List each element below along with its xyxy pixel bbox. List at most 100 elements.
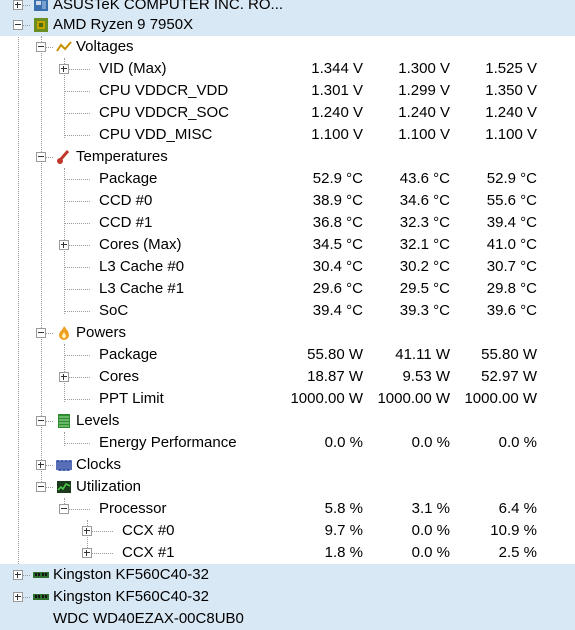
tree-node-memory[interactable]: Kingston KF560C40-32 <box>0 586 575 608</box>
sensor-current: 30.4 °C <box>312 258 363 275</box>
group-levels[interactable]: Levels <box>0 410 575 432</box>
sensor-label: CCX #0 <box>122 522 175 539</box>
collapse-toggle[interactable] <box>36 416 46 426</box>
tree-node-cpu[interactable]: AMD Ryzen 9 7950X <box>0 14 575 36</box>
sensor-min: 34.6 °C <box>399 192 450 209</box>
sensor-min: 3.1 % <box>411 500 450 517</box>
clock-wave-icon <box>56 460 72 471</box>
sensor-label: Energy Performance <box>99 434 237 451</box>
expand-toggle[interactable] <box>59 372 69 382</box>
sensor-row[interactable]: Package 52.9 °C 43.6 °C 52.9 °C <box>0 168 575 190</box>
group-clocks[interactable]: Clocks <box>0 454 575 476</box>
sensor-current: 18.87 W <box>307 368 363 385</box>
collapse-toggle[interactable] <box>36 482 46 492</box>
sensor-current: 0.0 % <box>324 434 363 451</box>
sensor-row[interactable]: Cores (Max) 34.5 °C 32.1 °C 41.0 °C <box>0 234 575 256</box>
sensor-max: 55.80 W <box>481 346 537 363</box>
sensor-min: 1.299 V <box>398 82 450 99</box>
sensor-label: CPU VDDCR_VDD <box>99 82 229 99</box>
sensor-current: 5.8 % <box>324 500 363 517</box>
sensor-min: 1000.00 W <box>377 390 450 407</box>
sensor-row[interactable]: L3 Cache #0 30.4 °C 30.2 °C 30.7 °C <box>0 256 575 278</box>
group-label: Clocks <box>76 456 122 473</box>
sensor-max: 2.5 % <box>498 544 537 561</box>
group-voltages[interactable]: Voltages <box>0 36 575 58</box>
sensor-row-ccx0[interactable]: CCX #0 9.7 % 0.0 % 10.9 % <box>0 520 575 542</box>
tree-node-memory[interactable]: Kingston KF560C40-32 <box>0 564 575 586</box>
sensor-current: 39.4 °C <box>312 302 363 319</box>
sensor-row[interactable]: SoC 39.4 °C 39.3 °C 39.6 °C <box>0 300 575 322</box>
sensor-current: 1.8 % <box>324 544 363 561</box>
expand-toggle[interactable] <box>13 592 23 602</box>
group-label: Powers <box>76 324 127 341</box>
sensor-min: 32.1 °C <box>399 236 450 253</box>
sensor-max: 52.9 °C <box>486 170 537 187</box>
sensor-current: 38.9 °C <box>312 192 363 209</box>
sensor-row[interactable]: CPU VDDCR_VDD 1.301 V 1.299 V 1.350 V <box>0 80 575 102</box>
sensor-max: 30.7 °C <box>486 258 537 275</box>
sensor-label: VID (Max) <box>99 60 167 77</box>
sensor-label: SoC <box>99 302 129 319</box>
sensor-label: CPU VDD_MISC <box>99 126 213 143</box>
sensor-label: L3 Cache #1 <box>99 280 185 297</box>
sensor-min: 9.53 W <box>402 368 450 385</box>
collapse-toggle[interactable] <box>36 42 46 52</box>
collapse-toggle[interactable] <box>36 152 46 162</box>
sensor-row[interactable]: CPU VDDCR_SOC 1.240 V 1.240 V 1.240 V <box>0 102 575 124</box>
collapse-toggle[interactable] <box>59 504 69 514</box>
expand-toggle[interactable] <box>59 240 69 250</box>
sensor-min: 39.3 °C <box>399 302 450 319</box>
ram-stick-icon <box>33 572 49 578</box>
expand-toggle[interactable] <box>36 460 46 470</box>
sensor-min: 1.100 V <box>398 126 450 143</box>
sensor-min: 0.0 % <box>411 522 450 539</box>
sensor-row[interactable]: CCD #0 38.9 °C 34.6 °C 55.6 °C <box>0 190 575 212</box>
sensor-row-processor[interactable]: Processor 5.8 % 3.1 % 6.4 % <box>0 498 575 520</box>
group-powers[interactable]: Powers <box>0 322 575 344</box>
collapse-toggle[interactable] <box>13 20 23 30</box>
sensor-max: 6.4 % <box>498 500 537 517</box>
sensor-min: 1.240 V <box>398 104 450 121</box>
sensor-row-ccx1[interactable]: CCX #1 1.8 % 0.0 % 2.5 % <box>0 542 575 564</box>
sensor-max: 0.0 % <box>498 434 537 451</box>
sensor-current: 1.344 V <box>311 60 363 77</box>
sensor-min: 41.11 W <box>395 346 450 363</box>
sensor-max: 41.0 °C <box>486 236 537 253</box>
group-label: Utilization <box>76 478 142 495</box>
tree-node-disk[interactable]: WDC WD40EZAX-00C8UB0 <box>0 608 575 630</box>
expand-toggle[interactable] <box>82 548 92 558</box>
sensor-max: 39.6 °C <box>486 302 537 319</box>
level-bar-icon <box>58 414 70 428</box>
sensor-current: 52.9 °C <box>312 170 363 187</box>
sensor-label: Cores (Max) <box>99 236 182 253</box>
group-label: Voltages <box>76 38 134 55</box>
sensor-row[interactable]: Package 55.80 W 41.11 W 55.80 W <box>0 344 575 366</box>
group-utilization[interactable]: Utilization <box>0 476 575 498</box>
sensor-label: CCD #0 <box>99 192 153 209</box>
sensor-label: Package <box>99 346 158 363</box>
expand-toggle[interactable] <box>59 64 69 74</box>
sensor-current: 1.240 V <box>311 104 363 121</box>
sensor-label: Cores <box>99 368 140 385</box>
expand-toggle[interactable] <box>13 0 23 10</box>
sensor-row[interactable]: VID (Max) 1.344 V 1.300 V 1.525 V <box>0 58 575 80</box>
sensor-current: 9.7 % <box>324 522 363 539</box>
sensor-row[interactable]: CCD #1 36.8 °C 32.3 °C 39.4 °C <box>0 212 575 234</box>
sensor-row[interactable]: Energy Performance 0.0 % 0.0 % 0.0 % <box>0 432 575 454</box>
sensor-label: CCD #1 <box>99 214 153 231</box>
sensor-row[interactable]: PPT Limit 1000.00 W 1000.00 W 1000.00 W <box>0 388 575 410</box>
sensor-row[interactable]: CPU VDD_MISC 1.100 V 1.100 V 1.100 V <box>0 124 575 146</box>
sensor-min: 1.300 V <box>398 60 450 77</box>
expand-toggle[interactable] <box>13 570 23 580</box>
sensor-row[interactable]: Cores 18.87 W 9.53 W 52.97 W <box>0 366 575 388</box>
sensor-max: 29.8 °C <box>486 280 537 297</box>
sensor-label: CPU VDDCR_SOC <box>99 104 230 121</box>
sensor-min: 29.5 °C <box>399 280 450 297</box>
group-temperatures[interactable]: Temperatures <box>0 146 575 168</box>
expand-toggle[interactable] <box>82 526 92 536</box>
sensor-max: 1.100 V <box>485 126 537 143</box>
collapse-toggle[interactable] <box>36 328 46 338</box>
sensor-min: 0.0 % <box>411 434 450 451</box>
flame-icon <box>59 326 69 340</box>
sensor-row[interactable]: L3 Cache #1 29.6 °C 29.5 °C 29.8 °C <box>0 278 575 300</box>
